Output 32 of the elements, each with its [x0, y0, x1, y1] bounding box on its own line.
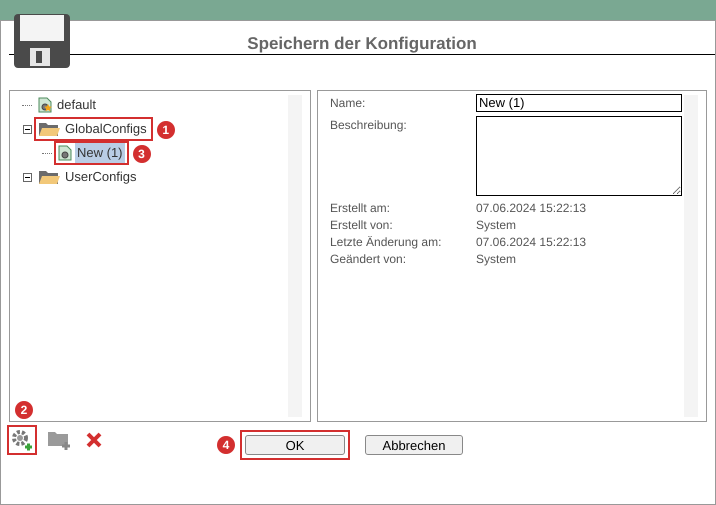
tree-item[interactable]: GlobalConfigs — [63, 119, 149, 139]
folder-plus-icon[interactable] — [47, 429, 71, 451]
tree-item[interactable]: UserConfigs — [63, 167, 139, 187]
gear-plus-icon[interactable] — [11, 429, 33, 451]
callout-badge: 2 — [15, 401, 33, 419]
delete-icon[interactable] — [85, 431, 103, 449]
callout-badge: 1 — [156, 121, 175, 140]
dialog-title: Speichern der Konfiguration — [247, 33, 477, 54]
folder-icon — [38, 169, 60, 185]
name-label: Name: — [330, 95, 366, 112]
name-field[interactable]: New (1) — [476, 94, 682, 112]
callout-badge: 3 — [132, 145, 151, 164]
field-label: Letzte Änderung am: — [330, 234, 442, 250]
document-star-icon — [38, 97, 52, 113]
field-label: Geändert von: — [330, 250, 408, 268]
field-value: System — [476, 216, 516, 234]
field-label: Erstellt von: — [330, 216, 394, 234]
tree-item[interactable]: New (1) — [75, 143, 125, 163]
callout-badge: 4 — [217, 436, 235, 454]
field-value: 07.06.2024 15:22:13 — [476, 234, 586, 250]
field-value: 07.06.2024 15:22:13 — [476, 200, 586, 216]
tree-item[interactable]: default — [55, 95, 98, 115]
folder-icon — [38, 121, 60, 137]
ok-button[interactable]: OK — [245, 435, 345, 455]
description-field[interactable] — [476, 116, 682, 196]
field-value: System — [476, 250, 516, 268]
field-label: Erstellt am: — [330, 200, 392, 216]
document-gear-icon — [58, 145, 72, 161]
collapse-toggle[interactable] — [22, 172, 32, 182]
collapse-toggle[interactable] — [22, 124, 32, 134]
description-label: Beschreibung: — [330, 117, 408, 134]
cancel-button[interactable]: Abbrechen — [365, 435, 463, 455]
